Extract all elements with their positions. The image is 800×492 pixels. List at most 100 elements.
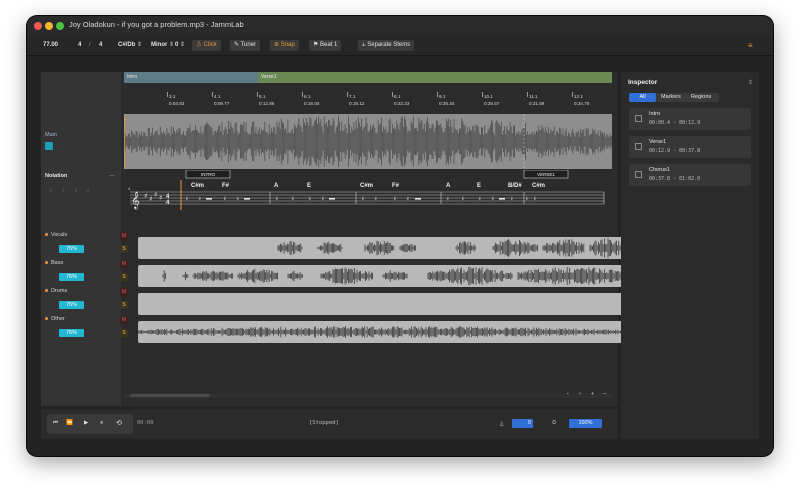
ruler-bar-number: 11.1 [529, 94, 538, 99]
snap-magnet-icon: ⊕ [274, 42, 281, 48]
chord-symbol: A [274, 183, 279, 189]
zoom-out-button[interactable]: − [603, 391, 606, 397]
inspector-item[interactable]: Intro 00:00.4 - 00:12.9 [629, 108, 751, 130]
track-volume[interactable]: 75% [59, 245, 84, 253]
beat-button[interactable]: ⚑ Beat 1 [309, 40, 342, 51]
snap-button[interactable]: ⊕ Snap [270, 40, 299, 51]
track-name: Other [45, 316, 65, 322]
app-window: Joy Oladokun - if you got a problem.mp3 … [27, 16, 773, 456]
menu-icon[interactable]: ≡ [748, 40, 753, 51]
track-volume[interactable]: 75% [59, 273, 84, 281]
time-sig-separator: / [89, 42, 91, 48]
rest-icon: 𝄽 [224, 196, 226, 203]
horizontal-scrollbar[interactable] [124, 393, 612, 398]
mute-button[interactable]: M [120, 288, 128, 296]
chord-symbol: C#m [360, 183, 373, 189]
item-checkbox[interactable] [635, 115, 642, 122]
main-track-color-swatch[interactable] [45, 142, 53, 150]
track-lane[interactable] [138, 293, 625, 315]
scrollbar-thumb[interactable] [130, 394, 210, 397]
ruler-bar-number: 5.1 [259, 94, 266, 99]
metronome-icon: ⏃ [196, 42, 204, 48]
window-title: Joy Oladokun - if you got a problem.mp3 … [69, 20, 244, 29]
zoom-in-button[interactable]: + [591, 391, 594, 397]
item-checkbox[interactable] [635, 171, 642, 178]
tab-markers[interactable]: Markers [661, 93, 681, 102]
notation-collapse-button[interactable]: — [109, 173, 115, 179]
loop-icon[interactable]: ⟲ [116, 419, 122, 427]
timeline-ruler[interactable]: 3.1 0:04.83 4.1 0:09.77 5.1 0:12.86 6.1 0:16.00… [124, 92, 612, 112]
close-window-button[interactable] [34, 22, 42, 30]
waveform-path [427, 266, 513, 286]
rest-icon: 𝄽 [199, 196, 201, 203]
play-icon[interactable]: ▶ [84, 420, 88, 426]
solo-button[interactable]: S [120, 245, 128, 253]
rewind-icon[interactable]: ⏪ [66, 420, 73, 426]
item-name: Intro [649, 111, 661, 117]
solo-button[interactable]: S [120, 329, 128, 337]
mode-select[interactable]: Minor ⇕ [151, 40, 174, 51]
note-duration-icons[interactable]: ♪♪♪♩ [49, 187, 103, 194]
key-sharp-icon: ♯ [149, 195, 152, 203]
pitch-field[interactable]: 0 [512, 419, 533, 428]
key-select[interactable]: C#/Db ⇕ [118, 40, 142, 51]
time-sig-denominator[interactable]: 4 [99, 40, 102, 51]
chord-symbol: B/D# [508, 183, 522, 189]
stop-icon[interactable]: ■ [100, 420, 103, 426]
rest-icon: 𝄽 [462, 196, 464, 203]
separate-stems-button[interactable]: ⫝ Separate Stems [358, 40, 415, 51]
ruler-bar-number: 12.1 [574, 94, 583, 99]
title-bar: Joy Oladokun - if you got a problem.mp3 … [27, 16, 773, 36]
time-sig-numerator[interactable]: 4 [78, 40, 81, 51]
skip-back-icon[interactable]: ⏮ [53, 420, 58, 427]
tab-regions[interactable]: Regions [691, 93, 711, 102]
half-rest-icon [499, 198, 505, 200]
bpm-field[interactable]: 77.00 [43, 40, 58, 51]
click-button[interactable]: ⏃ Click [192, 40, 221, 51]
inspector-item[interactable]: Verse1 00:12.9 - 00:37.8 [629, 136, 751, 158]
inspector-title: Inspector [628, 79, 658, 86]
rest-icon: 𝄽 [375, 196, 377, 203]
item-checkbox[interactable] [635, 143, 642, 150]
track-name-label: Drums [51, 288, 68, 294]
minimize-window-button[interactable] [45, 22, 53, 30]
transport-time: 00:00 [137, 420, 154, 426]
ruler-bar-time: 0:28.57 [484, 101, 500, 106]
main-waveform[interactable] [123, 114, 612, 169]
inspector-item[interactable]: Chorus1 00:37.8 - 01:02.0 [629, 164, 751, 186]
scroll-right-button[interactable]: › [579, 391, 581, 397]
main-waveform-graphic [123, 114, 612, 169]
scroll-left-button[interactable]: ‹ [567, 391, 569, 397]
region-intro-label: Intro [127, 74, 138, 80]
section-marker-label: VERSE1 [537, 172, 555, 177]
notation-staff[interactable]: INTRO VERSE1C#m F# A E C#m F# A E B/D# C#m4𝄞 ♯ ♯ ♯ ♯ 44… [124, 170, 612, 215]
region-intro[interactable]: Intro [124, 72, 258, 83]
solo-button[interactable]: S [120, 301, 128, 309]
track-header-column [41, 72, 121, 406]
ruler-bar-time: 0:12.86 [259, 101, 275, 106]
chord-symbol: C#m [532, 183, 545, 189]
track-lane[interactable] [138, 237, 625, 259]
offset-select[interactable]: 0 ⇕ [175, 40, 185, 51]
ruler-tick [302, 92, 303, 97]
track-waveform [277, 237, 625, 259]
track-lane[interactable] [138, 321, 625, 343]
solo-button[interactable]: S [120, 273, 128, 281]
mute-button[interactable]: M [120, 232, 128, 240]
mute-button[interactable]: M [120, 260, 128, 268]
track-lane[interactable] [138, 265, 625, 287]
tab-all[interactable]: All [629, 93, 656, 102]
speed-field[interactable]: 100% [569, 419, 602, 428]
ruler-bar-time: 0:09.77 [214, 101, 230, 106]
region-verse1[interactable]: Verse1 [258, 72, 612, 83]
waveform-path [382, 270, 408, 282]
tuner-button[interactable]: ✎ Tuner [230, 40, 261, 51]
zoom-window-button[interactable] [56, 22, 64, 30]
inspector-sort-icon[interactable]: ⇕ [748, 79, 753, 86]
track-volume[interactable]: 75% [59, 301, 84, 309]
main-track-hint: ... [55, 143, 60, 149]
item-name: Verse1 [649, 139, 667, 145]
mute-button[interactable]: M [120, 316, 128, 324]
ruler-tick [347, 92, 348, 97]
track-volume[interactable]: 75% [59, 329, 84, 337]
